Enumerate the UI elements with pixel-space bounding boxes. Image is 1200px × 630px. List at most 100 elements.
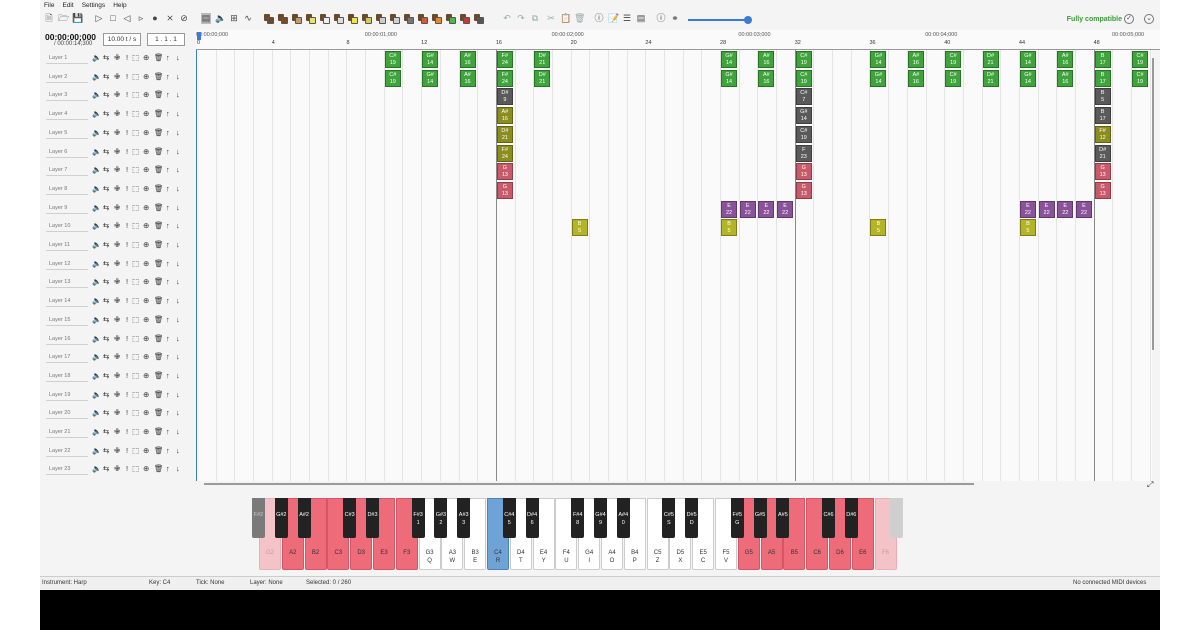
note-block[interactable]: G 13: [496, 163, 513, 181]
fast-forward-icon[interactable]: ▹: [136, 13, 146, 24]
instrument-guitar-icon[interactable]: [334, 14, 344, 24]
move-down-icon[interactable]: ↓: [176, 277, 180, 287]
note-block[interactable]: C# 19: [795, 51, 812, 68]
solo-icon[interactable]: ✙: [114, 277, 120, 287]
note-block[interactable]: D# 21: [496, 125, 513, 143]
panning-icon[interactable]: ⇆: [103, 408, 109, 418]
select-icon[interactable]: ⬚: [132, 184, 139, 194]
note-block[interactable]: B5: [1094, 88, 1111, 106]
delete-layer-icon[interactable]: 🗑: [154, 90, 164, 100]
delete-layer-icon[interactable]: 🗑: [154, 259, 164, 269]
layer-name-field[interactable]: Layer 18: [46, 371, 88, 382]
solo-icon[interactable]: ✙: [114, 221, 120, 231]
playhead-handle[interactable]: [197, 32, 201, 40]
note-block[interactable]: D# 21: [982, 69, 999, 87]
play-icon[interactable]: ▷: [94, 13, 104, 24]
note-block[interactable]: E 22: [1038, 200, 1055, 218]
move-up-icon[interactable]: ↑: [166, 147, 170, 157]
move-up-icon[interactable]: ↑: [166, 90, 170, 100]
note-block[interactable]: E 22: [739, 200, 756, 218]
note-block[interactable]: G 13: [1094, 181, 1111, 199]
note-block[interactable]: F# 24: [496, 144, 513, 162]
note-block[interactable]: G# 14: [422, 69, 439, 87]
solo-icon[interactable]: ✙: [114, 128, 120, 138]
volume-icon[interactable]: 🔈: [92, 464, 101, 474]
note-block[interactable]: F 23: [795, 144, 812, 162]
piano-view-icon[interactable]: ▤: [201, 13, 211, 24]
info-icon[interactable]: ⓘ: [594, 13, 604, 24]
layer-name-field[interactable]: Layer 5: [46, 128, 88, 139]
panning-icon[interactable]: ⇆: [103, 240, 109, 250]
solo-icon[interactable]: ✙: [114, 464, 120, 474]
note-block[interactable]: A# 16: [459, 51, 476, 68]
volume-icon[interactable]: 🔈: [92, 128, 101, 138]
panning-icon[interactable]: ⇆: [103, 427, 109, 437]
layer-name-field[interactable]: Layer 2: [46, 72, 88, 83]
move-up-icon[interactable]: ↑: [166, 390, 170, 400]
select-icon[interactable]: ⬚: [132, 408, 139, 418]
volume-icon[interactable]: 🔈: [92, 390, 101, 400]
move-down-icon[interactable]: ↓: [176, 371, 180, 381]
panning-icon[interactable]: ⇆: [103, 53, 109, 63]
instrument-click-icon[interactable]: [320, 14, 330, 24]
select-icon[interactable]: ⬚: [132, 203, 139, 213]
select-icon[interactable]: ⬚: [132, 296, 139, 306]
vertical-scrollbar[interactable]: [1152, 58, 1154, 350]
move-up-icon[interactable]: ↑: [166, 315, 170, 325]
move-up-icon[interactable]: ↑: [166, 221, 170, 231]
add-layer-icon[interactable]: ⊕: [143, 53, 149, 63]
panning-icon[interactable]: ⇆: [103, 147, 109, 157]
lock-icon[interactable]: !: [126, 427, 128, 437]
move-down-icon[interactable]: ↓: [176, 390, 180, 400]
move-up-icon[interactable]: ↑: [166, 184, 170, 194]
add-layer-icon[interactable]: ⊕: [143, 184, 149, 194]
open-folder-icon[interactable]: 🗁: [58, 13, 69, 24]
piano-key-black[interactable]: D#3: [366, 498, 379, 538]
select-icon[interactable]: ⬚: [132, 109, 139, 119]
move-down-icon[interactable]: ↓: [176, 427, 180, 437]
lock-icon[interactable]: !: [126, 390, 128, 400]
solo-icon[interactable]: ✙: [114, 203, 120, 213]
volume-icon[interactable]: 🔈: [92, 315, 101, 325]
select-icon[interactable]: ⬚: [132, 72, 139, 82]
move-up-icon[interactable]: ↑: [166, 240, 170, 250]
move-up-icon[interactable]: ↑: [166, 259, 170, 269]
select-icon[interactable]: ⬚: [132, 221, 139, 231]
lock-icon[interactable]: !: [126, 408, 128, 418]
note-block[interactable]: C# 19: [945, 51, 962, 68]
song-stats-icon[interactable]: ☰: [622, 13, 632, 24]
note-block[interactable]: D# 9: [496, 88, 513, 106]
note-block[interactable]: G# 14: [870, 69, 887, 87]
instrument-flute-icon[interactable]: [348, 14, 358, 24]
volume-icon[interactable]: 🔈: [92, 334, 101, 344]
note-block[interactable]: G# 14: [422, 51, 439, 68]
panning-icon[interactable]: ⇆: [103, 221, 109, 231]
note-block[interactable]: G# 14: [721, 51, 738, 68]
piano-key-black[interactable]: F#4 8: [571, 498, 585, 538]
horizontal-scrollbar[interactable]: [204, 483, 974, 485]
note-block[interactable]: B5: [571, 219, 588, 237]
move-down-icon[interactable]: ↓: [176, 446, 180, 456]
move-down-icon[interactable]: ↓: [176, 53, 180, 63]
volume-icon[interactable]: 🔈: [92, 184, 101, 194]
note-block[interactable]: G 13: [1094, 163, 1111, 181]
note-block[interactable]: C# 7: [795, 88, 812, 106]
menu-help[interactable]: Help: [113, 2, 126, 9]
delete-layer-icon[interactable]: 🗑: [154, 128, 164, 138]
note-block[interactable]: A# 16: [496, 107, 513, 125]
note-block[interactable]: G# 14: [1019, 69, 1036, 87]
move-down-icon[interactable]: ↓: [176, 240, 180, 250]
piano-key-black[interactable]: A#4 0: [616, 498, 630, 538]
solo-icon[interactable]: ✙: [114, 165, 120, 175]
add-layer-icon[interactable]: ⊕: [143, 221, 149, 231]
note-block[interactable]: G# 14: [795, 107, 812, 125]
layer-name-field[interactable]: Layer 1: [46, 53, 88, 64]
delete-layer-icon[interactable]: 🗑: [154, 446, 164, 456]
panning-icon[interactable]: ⇆: [103, 464, 109, 474]
delete-layer-icon[interactable]: 🗑: [154, 203, 164, 213]
move-down-icon[interactable]: ↓: [176, 90, 180, 100]
move-down-icon[interactable]: ↓: [176, 296, 180, 306]
panning-icon[interactable]: ⇆: [103, 165, 109, 175]
piano-key-black[interactable]: F#3 1: [411, 498, 425, 538]
delete-layer-icon[interactable]: 🗑: [154, 165, 164, 175]
